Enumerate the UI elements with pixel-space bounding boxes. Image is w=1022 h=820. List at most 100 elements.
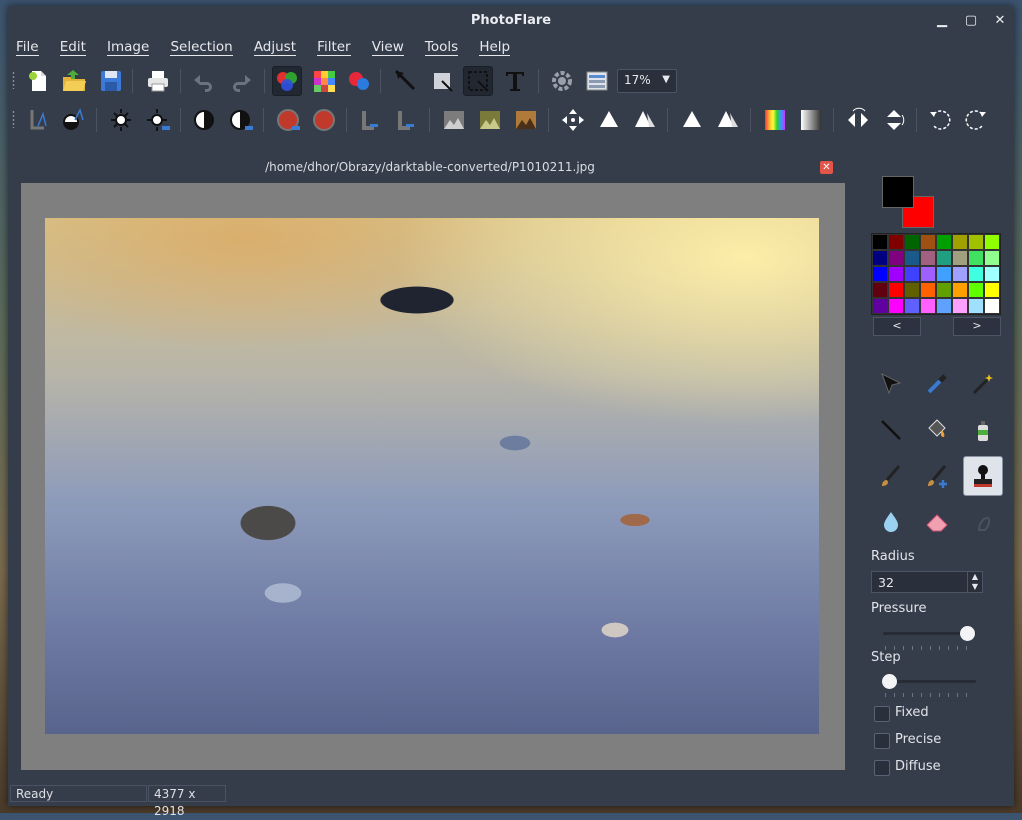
close-button[interactable]: ✕ bbox=[991, 12, 1009, 30]
text-tool-icon[interactable] bbox=[501, 67, 529, 95]
redo-icon[interactable] bbox=[227, 67, 255, 95]
hue-down-icon[interactable] bbox=[310, 106, 338, 134]
fixed-checkbox[interactable] bbox=[874, 706, 890, 722]
stamp-tool-icon[interactable] bbox=[963, 456, 1003, 496]
brightness-up-icon[interactable] bbox=[108, 106, 136, 134]
level-left-icon[interactable] bbox=[357, 106, 385, 134]
palette-prev-button[interactable]: < bbox=[873, 317, 921, 336]
flip-vertical-icon[interactable] bbox=[880, 106, 908, 134]
hue-up-icon[interactable] bbox=[274, 106, 302, 134]
foreground-color-swatch[interactable] bbox=[882, 176, 914, 208]
palette-swatch[interactable] bbox=[920, 250, 936, 266]
minimize-button[interactable]: ▁ bbox=[933, 12, 951, 30]
palette-swatch[interactable] bbox=[952, 250, 968, 266]
color-circles-icon[interactable] bbox=[272, 66, 302, 96]
picture-olive-icon[interactable] bbox=[476, 106, 504, 134]
triangle-single-icon[interactable] bbox=[678, 106, 706, 134]
palette-swatch[interactable] bbox=[888, 298, 904, 314]
palette-swatch[interactable] bbox=[872, 266, 888, 282]
menu-view[interactable]: View bbox=[371, 40, 404, 56]
level-right-icon[interactable] bbox=[393, 106, 421, 134]
palette-swatch[interactable] bbox=[984, 298, 1000, 314]
flip-horizontal-icon[interactable] bbox=[844, 106, 872, 134]
blur-drop-icon[interactable] bbox=[872, 503, 910, 541]
palette-swatch[interactable] bbox=[872, 282, 888, 298]
palette-swatch[interactable] bbox=[952, 282, 968, 298]
title-bar[interactable]: PhotoFlare ▁ ▢ ✕ bbox=[8, 6, 1014, 36]
palette-swatch[interactable] bbox=[936, 266, 952, 282]
toolbar-handle[interactable] bbox=[12, 71, 15, 89]
palette-swatch[interactable] bbox=[968, 282, 984, 298]
menu-help[interactable]: Help bbox=[479, 40, 511, 56]
pointer-tool-icon[interactable] bbox=[392, 67, 420, 95]
color-grid-icon[interactable] bbox=[310, 67, 338, 95]
palette-swatch[interactable] bbox=[936, 234, 952, 250]
spray-can-icon[interactable] bbox=[964, 411, 1002, 449]
toolbar-handle[interactable] bbox=[12, 110, 15, 128]
palette-swatch[interactable] bbox=[968, 266, 984, 282]
print-icon[interactable] bbox=[144, 67, 172, 95]
palette-swatch[interactable] bbox=[920, 298, 936, 314]
menu-file[interactable]: File bbox=[16, 40, 39, 56]
palette-swatch[interactable] bbox=[984, 234, 1000, 250]
palette-swatch[interactable] bbox=[936, 298, 952, 314]
zoom-dropdown[interactable]: 17% ▼ bbox=[617, 69, 677, 93]
menu-image[interactable]: Image bbox=[107, 40, 150, 56]
undo-icon[interactable] bbox=[190, 67, 218, 95]
select-rectangle-icon[interactable] bbox=[463, 66, 493, 96]
palette-swatch[interactable] bbox=[936, 250, 952, 266]
new-file-icon[interactable] bbox=[24, 67, 52, 95]
rotate-right-icon[interactable] bbox=[962, 106, 990, 134]
palette-swatch[interactable] bbox=[872, 298, 888, 314]
palette-swatch[interactable] bbox=[920, 234, 936, 250]
pressure-slider-knob[interactable] bbox=[960, 626, 975, 641]
crop-icon[interactable] bbox=[428, 67, 456, 95]
smudge-icon[interactable] bbox=[964, 503, 1002, 541]
close-document-icon[interactable]: ✕ bbox=[820, 161, 833, 174]
gradient-icon[interactable] bbox=[797, 106, 825, 134]
precise-checkbox[interactable] bbox=[874, 733, 890, 749]
palette-swatch[interactable] bbox=[904, 282, 920, 298]
step-slider-knob[interactable] bbox=[882, 674, 897, 689]
menu-tools[interactable]: Tools bbox=[424, 40, 459, 56]
radius-spinbox[interactable]: 32 ▲ ▼ bbox=[871, 571, 983, 593]
canvas-area[interactable] bbox=[21, 183, 845, 770]
palette-swatch[interactable] bbox=[984, 250, 1000, 266]
flip-text-icon[interactable] bbox=[24, 106, 52, 134]
palette-swatch[interactable] bbox=[968, 298, 984, 314]
menu-adjust[interactable]: Adjust bbox=[253, 40, 297, 56]
diffuse-checkbox[interactable] bbox=[874, 760, 890, 776]
palette-swatch[interactable] bbox=[904, 298, 920, 314]
palette-swatch[interactable] bbox=[872, 250, 888, 266]
paintbrush-plus-icon[interactable] bbox=[918, 457, 956, 495]
triangle-icon[interactable] bbox=[595, 106, 623, 134]
palette-swatch[interactable] bbox=[904, 250, 920, 266]
palette-swatch[interactable] bbox=[920, 282, 936, 298]
palette-swatch[interactable] bbox=[904, 266, 920, 282]
rainbow-icon[interactable] bbox=[761, 106, 789, 134]
palette-next-button[interactable]: > bbox=[953, 317, 1001, 336]
palette-swatch[interactable] bbox=[888, 282, 904, 298]
maximize-button[interactable]: ▢ bbox=[962, 12, 980, 30]
red-blue-circles-icon[interactable] bbox=[345, 67, 373, 95]
palette-swatch[interactable] bbox=[984, 266, 1000, 282]
line-tool-icon[interactable] bbox=[872, 411, 910, 449]
save-icon[interactable] bbox=[97, 67, 125, 95]
palette-swatch[interactable] bbox=[904, 234, 920, 250]
palette-swatch[interactable] bbox=[888, 266, 904, 282]
step-slider[interactable] bbox=[882, 674, 976, 689]
brightness-down-icon[interactable] bbox=[144, 106, 172, 134]
triangle-pair-icon[interactable] bbox=[714, 106, 742, 134]
palette-swatch[interactable] bbox=[984, 282, 1000, 298]
settings-icon[interactable] bbox=[548, 67, 576, 95]
contrast-down-icon[interactable] bbox=[227, 106, 255, 134]
palette-swatch[interactable] bbox=[968, 234, 984, 250]
arrow-tool-icon[interactable] bbox=[872, 365, 910, 403]
magic-wand-icon[interactable] bbox=[964, 365, 1002, 403]
layers-icon[interactable] bbox=[583, 67, 611, 95]
palette-swatch[interactable] bbox=[888, 234, 904, 250]
pressure-slider[interactable] bbox=[883, 626, 976, 641]
eraser-icon[interactable] bbox=[918, 503, 956, 541]
triangles-icon[interactable] bbox=[631, 106, 659, 134]
picture-grey-icon[interactable] bbox=[440, 106, 468, 134]
